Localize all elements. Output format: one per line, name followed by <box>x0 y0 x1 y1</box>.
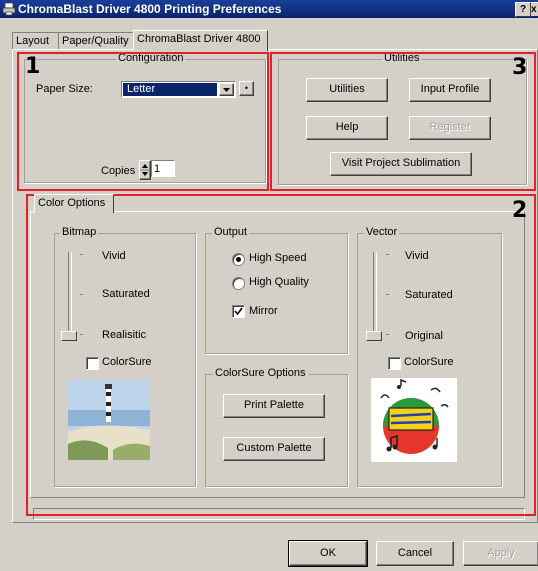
tab-layout[interactable]: Layout <box>12 32 62 50</box>
title-bar[interactable]: ChromaBlast Driver 4800 Printing Prefere… <box>0 0 538 18</box>
tab-chromablast[interactable]: ChromaBlast Driver 4800 <box>133 30 268 51</box>
callout-box-1 <box>17 52 269 191</box>
help-title-button[interactable]: ? <box>515 2 531 17</box>
callout-number-3: 3 <box>512 55 528 80</box>
callout-number-2: 2 <box>512 198 528 223</box>
tab-paper-quality[interactable]: Paper/Quality <box>58 32 138 50</box>
apply-button[interactable]: Apply <box>463 541 538 566</box>
callout-box-3 <box>270 52 536 191</box>
printer-icon <box>2 2 16 16</box>
callout-number-1: 1 <box>25 54 41 79</box>
cancel-button[interactable]: Cancel <box>376 541 454 566</box>
window-title: ChromaBlast Driver 4800 Printing Prefere… <box>18 2 282 16</box>
ok-button[interactable]: OK <box>288 540 368 567</box>
callout-box-2 <box>26 194 536 516</box>
tab-color-options[interactable]: Color Options <box>34 194 114 213</box>
close-title-button[interactable]: x <box>531 2 538 16</box>
